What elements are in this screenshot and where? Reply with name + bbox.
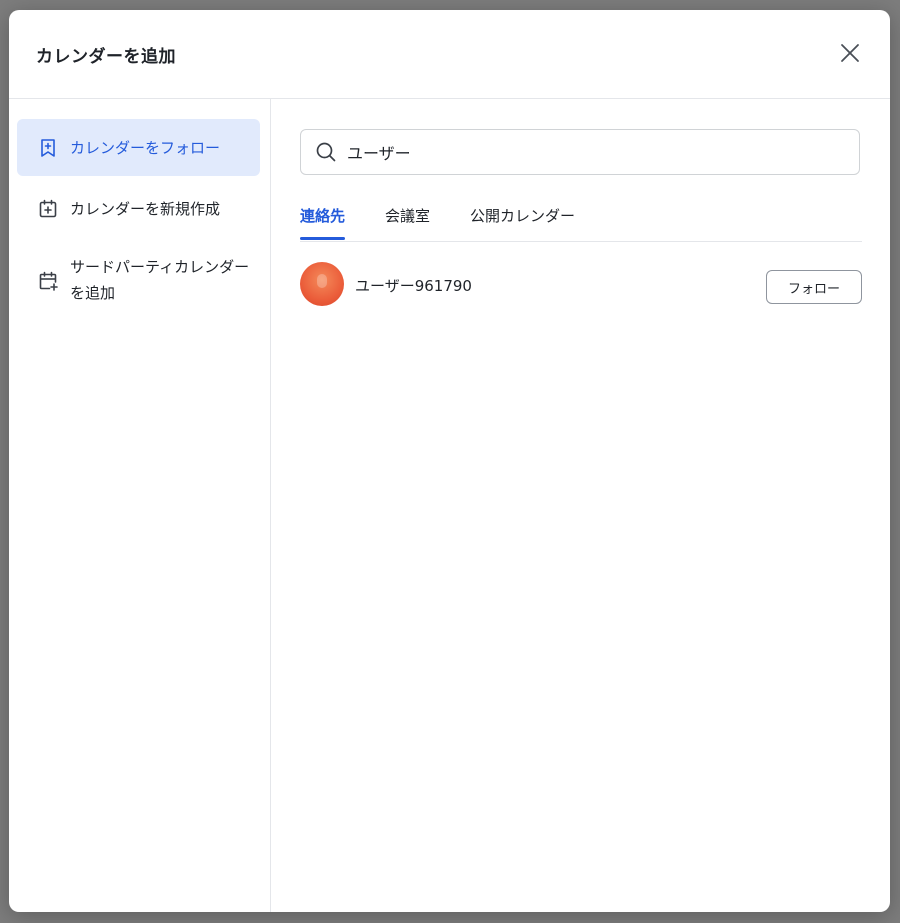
main-panel: 連絡先 会議室 公開カレンダー ユーザー961790 フォロー [271, 99, 890, 912]
sidebar: カレンダーをフォロー カレンダーを新規作成 サードパーティカレンダーを追加 [9, 99, 271, 912]
search-box[interactable] [300, 129, 860, 175]
close-button[interactable] [836, 39, 864, 67]
calendar-add-icon [39, 271, 58, 291]
follow-button[interactable]: フォロー [766, 270, 862, 304]
close-icon [841, 44, 859, 62]
sidebar-item-follow-calendar[interactable]: カレンダーをフォロー [17, 119, 260, 176]
list-item: ユーザー961790 フォロー [300, 259, 862, 306]
sidebar-item-label: カレンダーをフォロー [70, 139, 221, 157]
dialog-title: カレンダーを追加 [36, 47, 176, 67]
sidebar-item-label: サードパーティカレンダーを追加 [70, 258, 250, 302]
sidebar-item-label: カレンダーを新規作成 [70, 200, 221, 218]
avatar-placeholder-icon [317, 274, 327, 288]
search-input[interactable] [347, 138, 847, 166]
category-tabs: 連絡先 会議室 公開カレンダー [300, 199, 862, 242]
tab-contacts[interactable]: 連絡先 [300, 205, 346, 240]
add-calendar-dialog: カレンダーを追加 カレンダーをフォロー カレンダーを新規作成 サードパーティカレ… [9, 10, 890, 912]
sidebar-item-new-calendar[interactable]: カレンダーを新規作成 [17, 185, 260, 233]
avatar [300, 262, 344, 306]
sidebar-item-third-party-calendar[interactable]: サードパーティカレンダーを追加 [17, 243, 260, 307]
user-name: ユーザー961790 [355, 277, 472, 295]
tab-meeting-rooms[interactable]: 会議室 [385, 205, 430, 240]
bookmark-plus-icon [41, 139, 55, 157]
search-icon [316, 142, 336, 162]
calendar-plus-icon [39, 199, 57, 218]
tab-public-calendars[interactable]: 公開カレンダー [470, 205, 575, 240]
dialog-header: カレンダーを追加 [9, 10, 890, 99]
